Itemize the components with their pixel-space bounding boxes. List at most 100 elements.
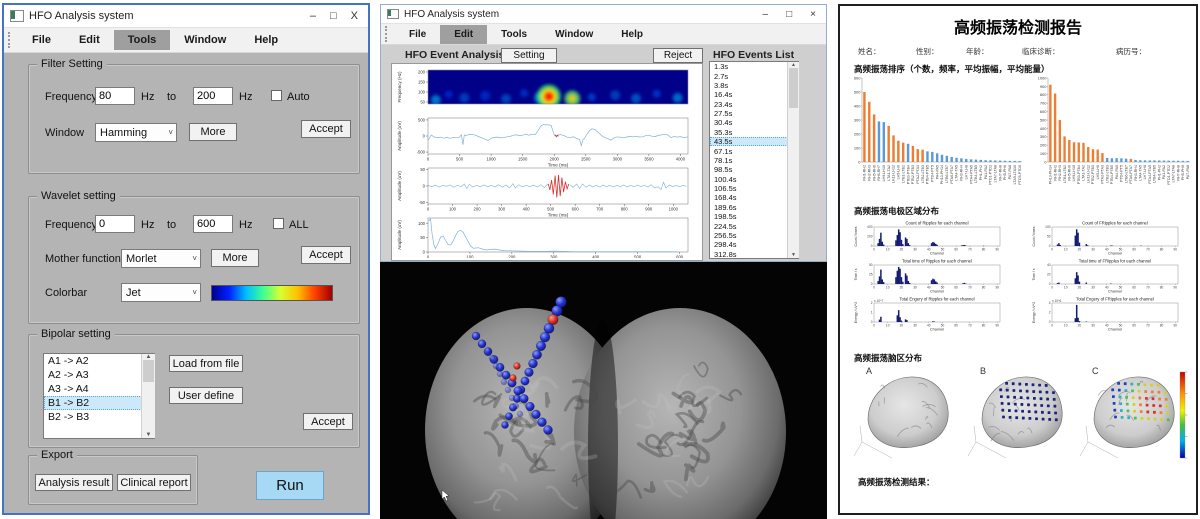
list-item[interactable]: A3 -> A4 [44,382,154,396]
list-item[interactable]: 312.8s [710,250,798,259]
bipolar-accept-button[interactable]: Accept [303,413,353,430]
hfo-report-page: 高频振荡检测报告 姓名： 性别： 年龄： 临床诊断： 病历号： 高频振荡排序（个… [838,4,1198,515]
wavelet-freq-to-input[interactable] [193,215,233,233]
reject-button[interactable]: Reject [653,48,703,63]
hfo-event-plots: Frequency (Hz)20015010050Amplitude (uV)5… [392,64,700,258]
svg-text:PTD1-PTD2: PTD1-PTD2 [989,165,993,185]
setting-button[interactable]: Setting [501,48,557,63]
list-item[interactable]: 30.4s [710,118,798,127]
svg-text:Count of Ripples for each chan: Count of Ripples for each channel [905,221,968,226]
close-button[interactable]: × [810,9,816,20]
filter-freq-to-input[interactable] [193,87,233,105]
bipolar-scrollbar[interactable]: ▲ ▼ [141,354,155,438]
list-item[interactable]: 256.5s [710,231,798,240]
svg-text:PA7-PA8: PA7-PA8 [1008,165,1012,179]
list-item[interactable]: A2 -> A3 [44,368,154,382]
scrollbar-thumb[interactable] [789,68,798,108]
list-item[interactable]: 100.4s [710,175,798,184]
svg-text:RH5-RH6: RH5-RH6 [1068,165,1072,181]
list-item[interactable]: 3.8s [710,81,798,90]
menu-file[interactable]: File [18,30,65,50]
list-item[interactable]: B1 -> B2 [44,396,154,410]
user-define-button[interactable]: User define [169,387,243,404]
filter-accept-button[interactable]: Accept [301,120,351,138]
hfo-events-listbox[interactable]: 1.3s2.7s3.8s16.4s23.4s27.5s30.4s35.3s43.… [709,61,799,259]
menu-edit[interactable]: Edit [65,30,114,50]
menu-window[interactable]: Window [541,25,607,44]
svg-text:0: 0 [858,159,861,164]
filter-freq-from-input[interactable] [95,87,135,105]
wavelet-freq-from-input[interactable] [95,215,135,233]
auto-checkbox[interactable] [271,90,282,101]
list-item[interactable]: 67.1s [710,146,798,155]
to-label: to [167,91,176,103]
analysis-result-button[interactable]: Analysis result [35,474,113,491]
svg-text:PH1-PH2: PH1-PH2 [1157,165,1161,180]
colorbar-select[interactable]: Jet˅ [121,283,201,302]
minimize-button[interactable]: – [310,10,316,22]
svg-text:0: 0 [1051,247,1053,251]
svg-text:PH5-PH6: PH5-PH6 [1003,165,1007,180]
list-item[interactable]: 16.4s [710,90,798,99]
mother-function-select[interactable]: Morlet˅ [121,249,201,268]
svg-text:4000: 4000 [676,157,686,162]
menu-tools[interactable]: Tools [114,30,171,50]
menu-help[interactable]: Help [607,25,657,44]
menu-help[interactable]: Help [240,30,292,50]
list-item[interactable]: 35.3s [710,128,798,137]
window-fn-select[interactable]: Hamming˅ [95,123,177,142]
list-item[interactable]: 106.5s [710,184,798,193]
menu-edit[interactable]: Edit [440,25,487,44]
svg-text:0: 0 [427,157,430,162]
list-item[interactable]: 168.4s [710,193,798,202]
svg-text:Count / times: Count / times [1032,226,1036,246]
svg-text:PTB4-PTB5: PTB4-PTB5 [1110,165,1114,184]
all-checkbox[interactable] [273,218,284,229]
events-scrollbar[interactable]: ▲ ▼ [787,62,799,258]
list-item[interactable]: 298.4s [710,240,798,249]
list-item[interactable]: 2.7s [710,71,798,80]
close-button[interactable]: X [351,10,358,22]
list-item[interactable]: 27.5s [710,109,798,118]
svg-text:0: 0 [427,255,430,259]
list-item[interactable]: 78.1s [710,156,798,165]
svg-text:300: 300 [1040,134,1047,139]
list-item[interactable]: 43.5s [710,137,798,146]
load-from-file-button[interactable]: Load from file [169,355,243,372]
filter-more-button[interactable]: More [189,123,237,141]
svg-text:80: 80 [982,323,986,327]
scroll-down-icon[interactable]: ▼ [791,252,796,258]
menu-window[interactable]: Window [170,30,240,50]
bipolar-setting-group: Bipolar setting A1 -> A2A2 -> A3A3 -> A4… [28,334,360,448]
svg-text:70: 70 [968,285,972,289]
wavelet-accept-button[interactable]: Accept [301,246,351,264]
list-item[interactable]: 198.5s [710,212,798,221]
maximize-button[interactable]: □ [330,10,337,22]
svg-text:20: 20 [900,247,904,251]
svg-text:PTB3-PTB4: PTB3-PTB4 [906,165,910,184]
svg-text:100: 100 [1045,225,1051,229]
window-fn-value: Hamming [100,127,147,139]
svg-text:PTD4-PT5: PTD4-PT5 [931,165,935,182]
clinical-report-button[interactable]: Clinical report [117,474,191,491]
list-item[interactable]: A1 -> A2 [44,354,154,368]
minimize-button[interactable]: – [763,9,769,20]
list-item[interactable]: B2 -> B3 [44,410,154,424]
menu-tools[interactable]: Tools [487,25,541,44]
scrollbar-thumb[interactable] [143,360,153,382]
maximize-button[interactable]: □ [786,9,792,20]
bipolar-listbox[interactable]: A1 -> A2A2 -> A3A3 -> A4B1 -> B2B2 -> B3 [43,353,155,439]
list-item[interactable]: 98.5s [710,165,798,174]
svg-text:LTA9-LTA10: LTA9-LTA10 [1013,165,1017,184]
scroll-down-icon[interactable]: ▼ [146,432,152,438]
svg-text:Total time of Ripples for each: Total time of Ripples for each channel [902,259,972,264]
run-button[interactable]: Run [256,471,324,500]
list-item[interactable]: 189.6s [710,203,798,212]
list-item[interactable]: 1.3s [710,62,798,71]
wavelet-more-button[interactable]: More [211,249,259,267]
svg-text:90: 90 [1173,323,1177,327]
all-label: ALL [289,219,309,231]
list-item[interactable]: 23.4s [710,100,798,109]
list-item[interactable]: 224.5s [710,221,798,230]
menu-file[interactable]: File [395,25,440,44]
